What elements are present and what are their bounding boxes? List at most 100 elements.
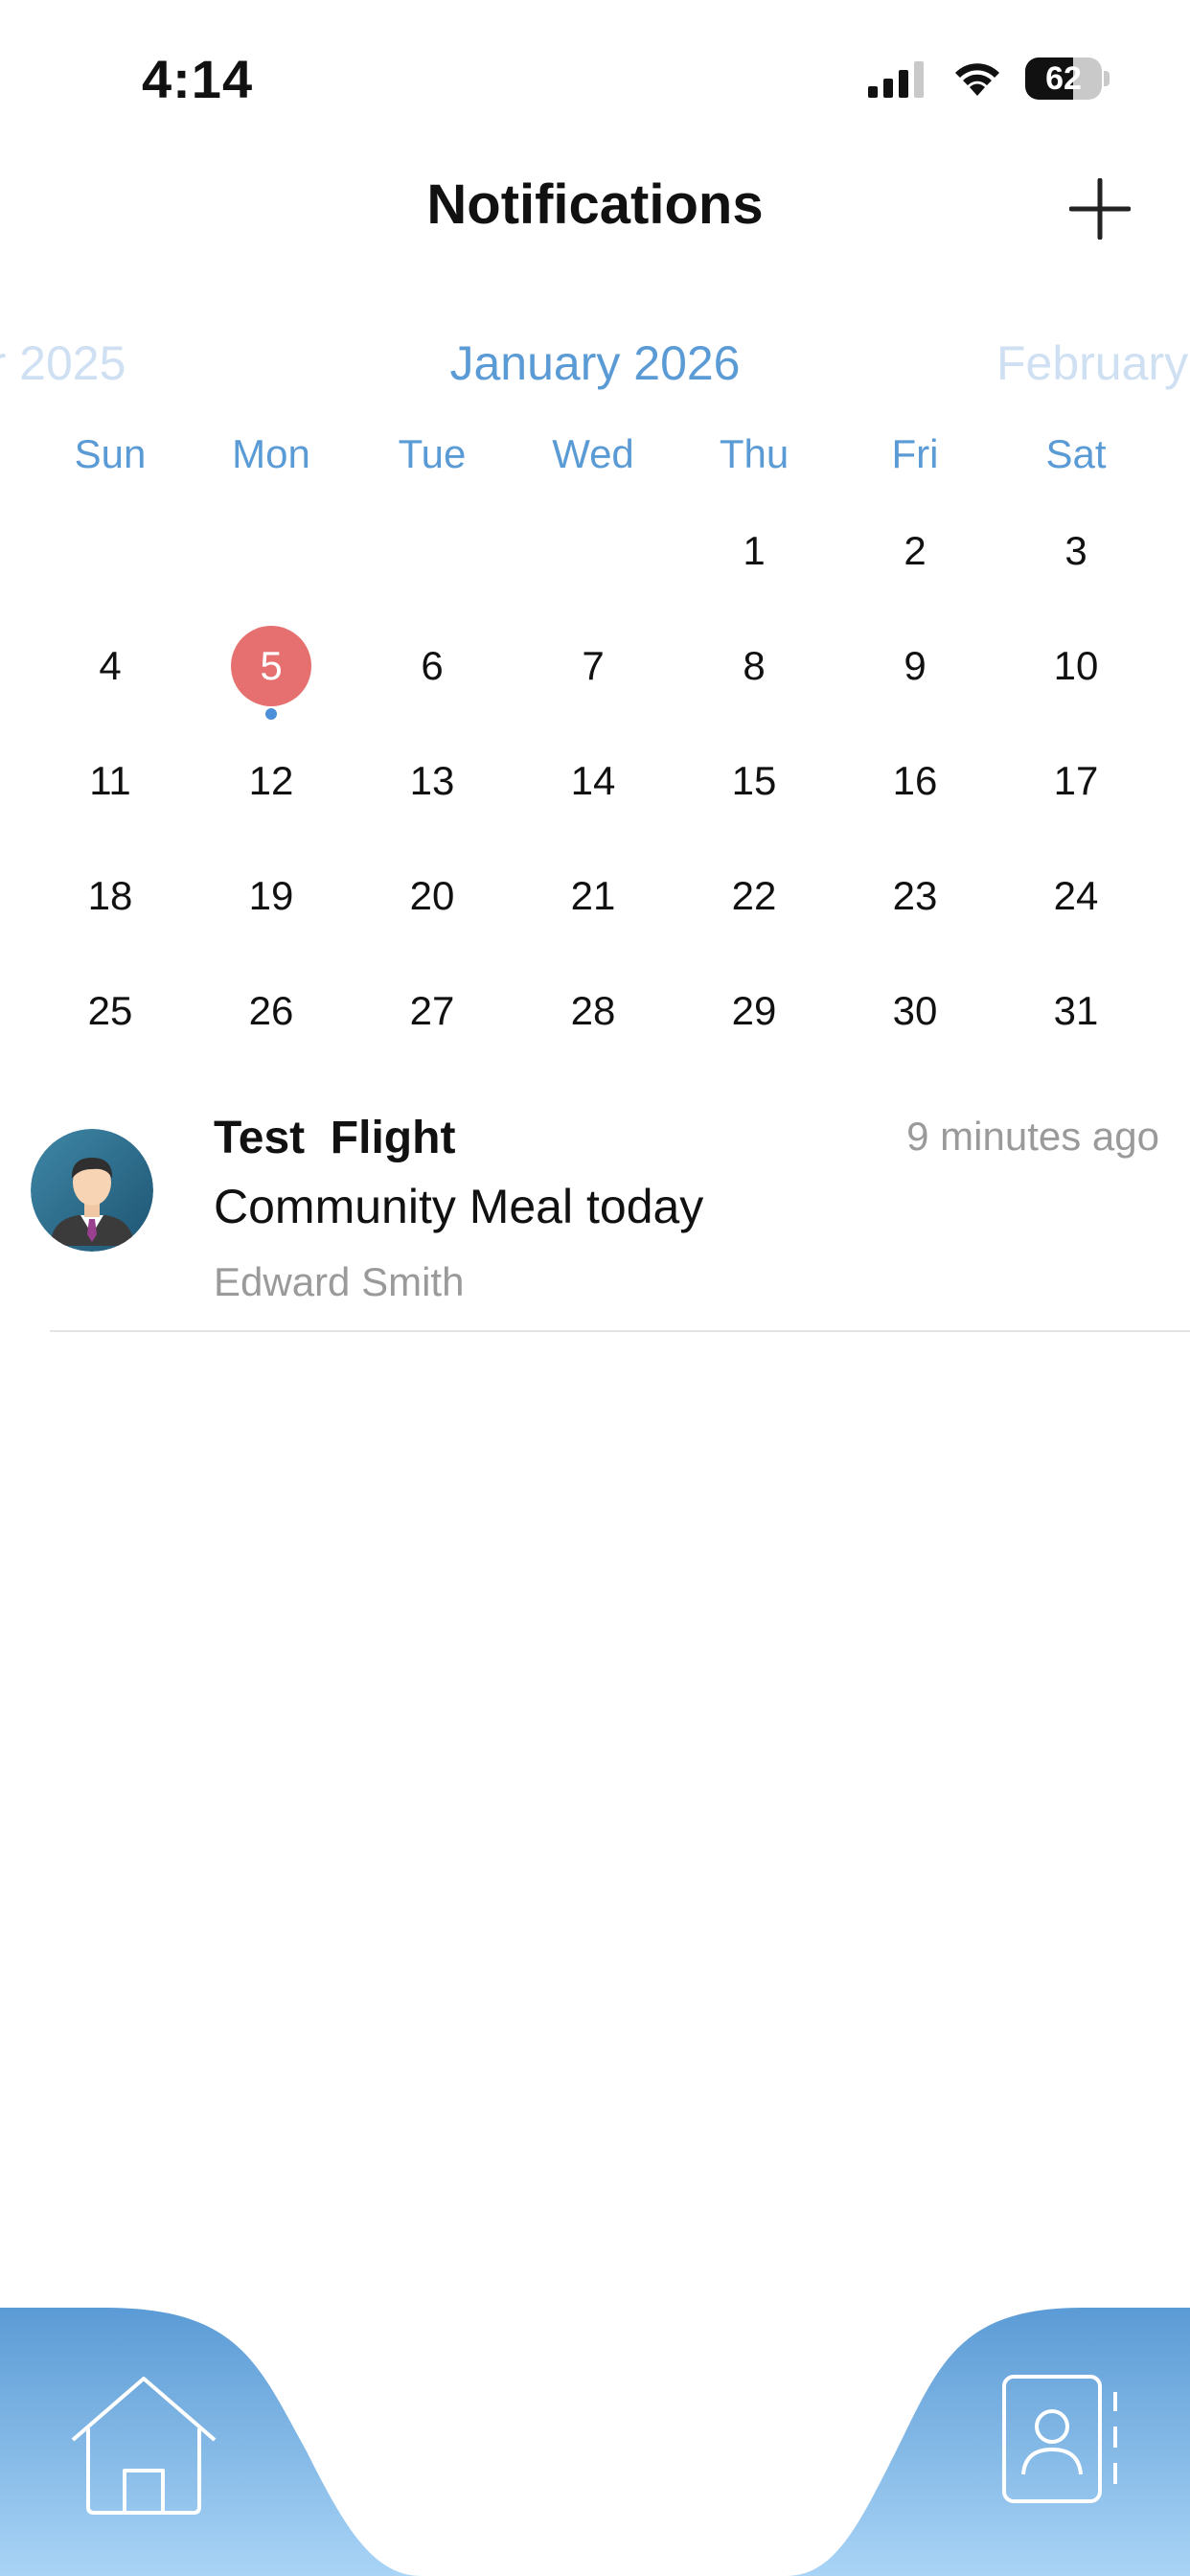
weekday-header: Sun Mon Tue Wed Thu Fri Sat (0, 431, 1190, 479)
status-bar: 4:14 62 (0, 0, 1190, 144)
status-time: 4:14 (142, 49, 254, 109)
calendar-day[interactable]: 20 (352, 856, 513, 936)
calendar-day-number: 3 (1064, 528, 1087, 573)
calendar-day[interactable]: 22 (674, 856, 835, 936)
calendar-day[interactable]: 16 (835, 741, 995, 821)
next-month-label[interactable]: February (996, 335, 1188, 391)
month-carousel[interactable]: ber 2025 January 2026 February (0, 335, 1190, 412)
user-avatar (31, 1129, 153, 1252)
calendar-week-row: 11 12 13 14 15 16 17 (0, 741, 1190, 821)
calendar-day[interactable]: 5 (191, 626, 352, 720)
calendar-day-number: 21 (570, 873, 616, 918)
calendar-day[interactable]: 19 (191, 856, 352, 936)
calendar-day[interactable]: 2 (835, 511, 995, 601)
notification-item[interactable]: Test Flight 9 minutes ago Community Meal… (0, 1112, 1190, 1332)
calendar-day-number: 1 (743, 528, 766, 573)
calendar-day[interactable]: 9 (835, 626, 995, 706)
calendar-day[interactable]: 17 (995, 741, 1156, 821)
calendar-day[interactable]: 23 (835, 856, 995, 936)
calendar-day-number: 19 (248, 873, 294, 918)
calendar-day-number: 17 (1053, 758, 1099, 803)
calendar-day[interactable]: 18 (30, 856, 191, 936)
calendar-day-number: 29 (731, 988, 777, 1033)
weekday-label: Thu (719, 431, 790, 476)
calendar-day-number: 23 (892, 873, 938, 918)
calendar-week-row: 25 26 27 28 29 30 31 (0, 971, 1190, 1051)
home-tab[interactable] (67, 2375, 220, 2518)
calendar-day-number: 5 (231, 626, 311, 706)
calendar-day[interactable]: 13 (352, 741, 513, 821)
calendar-day[interactable]: 8 (674, 626, 835, 706)
calendar-empty-cell (513, 511, 674, 601)
calendar-day-number: 14 (570, 758, 616, 803)
notification-message: Community Meal today (214, 1180, 704, 1233)
calendar-day-number: 15 (731, 758, 777, 803)
home-icon (71, 2377, 217, 2515)
page-title: Notifications (426, 173, 764, 236)
calendar-day[interactable]: 4 (30, 626, 191, 706)
calendar-day-number: 2 (904, 528, 927, 573)
contacts-tab[interactable] (996, 2373, 1131, 2507)
calendar-day[interactable]: 3 (995, 511, 1156, 601)
notification-time: 9 minutes ago (906, 1114, 1159, 1159)
weekday-label: Fri (891, 431, 939, 476)
calendar-day-number: 20 (409, 873, 455, 918)
add-notification-button[interactable] (1069, 178, 1131, 240)
calendar-day[interactable]: 14 (513, 741, 674, 821)
calendar-day[interactable]: 7 (513, 626, 674, 706)
calendar-empty-cell (191, 511, 352, 601)
calendar-day-number: 28 (570, 988, 616, 1033)
calendar-day-number: 31 (1053, 988, 1099, 1033)
notification-title: Test Flight (214, 1113, 456, 1163)
calendar-day-number: 22 (731, 873, 777, 918)
calendar-day-number: 26 (248, 988, 294, 1033)
calendar-day-number: 11 (89, 758, 131, 803)
calendar-day[interactable]: 1 (674, 511, 835, 601)
calendar-day-number: 4 (99, 643, 122, 688)
weekday-label: Mon (232, 431, 310, 476)
calendar-day-number (231, 511, 311, 591)
calendar-day[interactable]: 26 (191, 971, 352, 1051)
calendar-day[interactable]: 31 (995, 971, 1156, 1051)
notification-sender: Edward Smith (214, 1259, 465, 1304)
calendar-day-number: 9 (904, 643, 927, 688)
calendar-day[interactable]: 21 (513, 856, 674, 936)
calendar-day-number: 27 (409, 988, 455, 1033)
calendar-day-number (392, 511, 472, 591)
wifi-icon (955, 63, 999, 96)
calendar-day-number: 16 (892, 758, 938, 803)
calendar-day[interactable]: 30 (835, 971, 995, 1051)
calendar-week-row: 1 2 3 (0, 511, 1190, 601)
calendar-day[interactable]: 11 (30, 741, 191, 821)
calendar-week-row: 18 19 20 21 22 23 24 (0, 856, 1190, 936)
calendar-day[interactable]: 25 (30, 971, 191, 1051)
event-indicator-dot (265, 708, 277, 720)
battery-icon: 62 (1025, 58, 1110, 100)
calendar-day[interactable]: 6 (352, 626, 513, 706)
calendar-day-number: 6 (421, 643, 444, 688)
battery-percent: 62 (1045, 60, 1082, 97)
weekday-label: Tue (398, 431, 467, 476)
calendar-day[interactable]: 12 (191, 741, 352, 821)
calendar-empty-cell (352, 511, 513, 601)
calendar-day[interactable]: 28 (513, 971, 674, 1051)
calendar-day[interactable]: 29 (674, 971, 835, 1051)
calendar-day-number: 12 (248, 758, 294, 803)
calendar-day[interactable]: 27 (352, 971, 513, 1051)
calendar-day[interactable]: 24 (995, 856, 1156, 936)
cellular-signal-icon (868, 61, 924, 98)
contact-book-icon (1002, 2375, 1117, 2503)
calendar-day[interactable]: 15 (674, 741, 835, 821)
calendar-day-number: 8 (743, 643, 766, 688)
calendar-empty-cell (30, 511, 191, 601)
calendar-day[interactable]: 10 (995, 626, 1156, 706)
calendar-day-number (70, 511, 150, 591)
calendar-day-number: 7 (582, 643, 605, 688)
calendar-day-number (553, 511, 633, 591)
list-divider (50, 1330, 1190, 1332)
weekday-label: Sat (1045, 431, 1107, 476)
calendar-week-row: 4 5 6 7 8 9 10 (0, 626, 1190, 720)
calendar-day-number: 13 (409, 758, 455, 803)
calendar-day-number: 24 (1053, 873, 1099, 918)
weekday-label: Wed (552, 431, 634, 476)
